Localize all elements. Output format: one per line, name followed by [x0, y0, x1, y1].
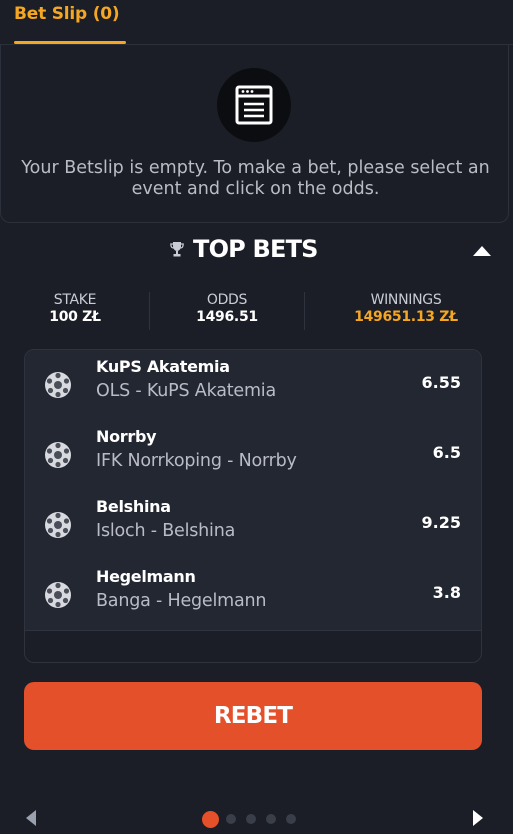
pager-dot[interactable] [266, 814, 276, 824]
bet-selection: Norrby [96, 427, 157, 446]
soccer-ball-icon [45, 582, 71, 608]
winnings-value: 149651.13 ZŁ [354, 309, 458, 325]
bet-row[interactable]: Hegelmann Banga - Hegelmann 3.8 [25, 560, 481, 630]
soccer-ball-icon [45, 512, 71, 538]
tab-bet-slip[interactable]: Bet Slip (0) [14, 0, 120, 45]
bet-row[interactable]: Norrby IFK Norrkoping - Norrby 6.5 [25, 420, 481, 490]
betslip-document-icon [235, 85, 273, 125]
bet-odds: 6.5 [432, 443, 461, 462]
tab-bar: Bet Slip (0) [0, 0, 513, 45]
odds-label: ODDS [206, 292, 248, 308]
bet-odds: 9.25 [421, 513, 461, 532]
odds-stat: ODDS 1496.51 [178, 292, 276, 325]
pager-dot[interactable] [226, 814, 236, 824]
empty-betslip-icon-circle [217, 68, 291, 142]
previous-arrow-icon[interactable] [26, 810, 36, 826]
bet-odds: 3.8 [432, 583, 461, 602]
top-bets-list: KuPS Akatemia OLS - KuPS Akatemia 6.55 N… [25, 350, 481, 631]
stake-stat: STAKE 100 ZŁ [34, 292, 116, 325]
bet-match: OLS - KuPS Akatemia [96, 381, 276, 401]
bet-row[interactable]: KuPS Akatemia OLS - KuPS Akatemia 6.55 [25, 350, 481, 420]
winnings-label: WINNINGS [370, 292, 442, 308]
top-bets-list-box: KuPS Akatemia OLS - KuPS Akatemia 6.55 N… [24, 349, 482, 663]
stat-divider [304, 292, 305, 330]
bet-match: Banga - Hegelmann [96, 591, 267, 611]
collapse-caret-up-icon[interactable] [473, 246, 491, 256]
empty-betslip-message: Your Betslip is empty. To make a bet, pl… [21, 158, 490, 199]
bet-selection: Hegelmann [96, 567, 196, 586]
bet-row[interactable]: Belshina Isloch - Belshina 9.25 [25, 490, 481, 560]
bet-match: IFK Norrkoping - Norrby [96, 451, 297, 471]
pager-dot-active[interactable] [202, 811, 219, 828]
winnings-stat: WINNINGS 149651.13 ZŁ [336, 292, 476, 325]
trophy-icon [170, 242, 184, 257]
active-tab-indicator [14, 41, 126, 44]
bet-match: Isloch - Belshina [96, 521, 236, 541]
bet-selection: Belshina [96, 497, 171, 516]
empty-betslip-panel: Your Betslip is empty. To make a bet, pl… [0, 45, 509, 223]
stake-label: STAKE [53, 292, 97, 308]
rebet-button[interactable]: REBET [24, 682, 482, 750]
top-bets-header: TOP BETS [0, 232, 513, 268]
soccer-ball-icon [45, 442, 71, 468]
pager-dot[interactable] [246, 814, 256, 824]
odds-value: 1496.51 [196, 309, 258, 325]
soccer-ball-icon [45, 372, 71, 398]
stake-value: 100 ZŁ [49, 309, 101, 325]
next-arrow-icon[interactable] [473, 810, 483, 826]
bet-selection: KuPS Akatemia [96, 357, 230, 376]
stat-divider [149, 292, 150, 330]
bet-odds: 6.55 [421, 373, 461, 392]
top-bets-title: TOP BETS [193, 235, 318, 263]
pager-dot[interactable] [286, 814, 296, 824]
